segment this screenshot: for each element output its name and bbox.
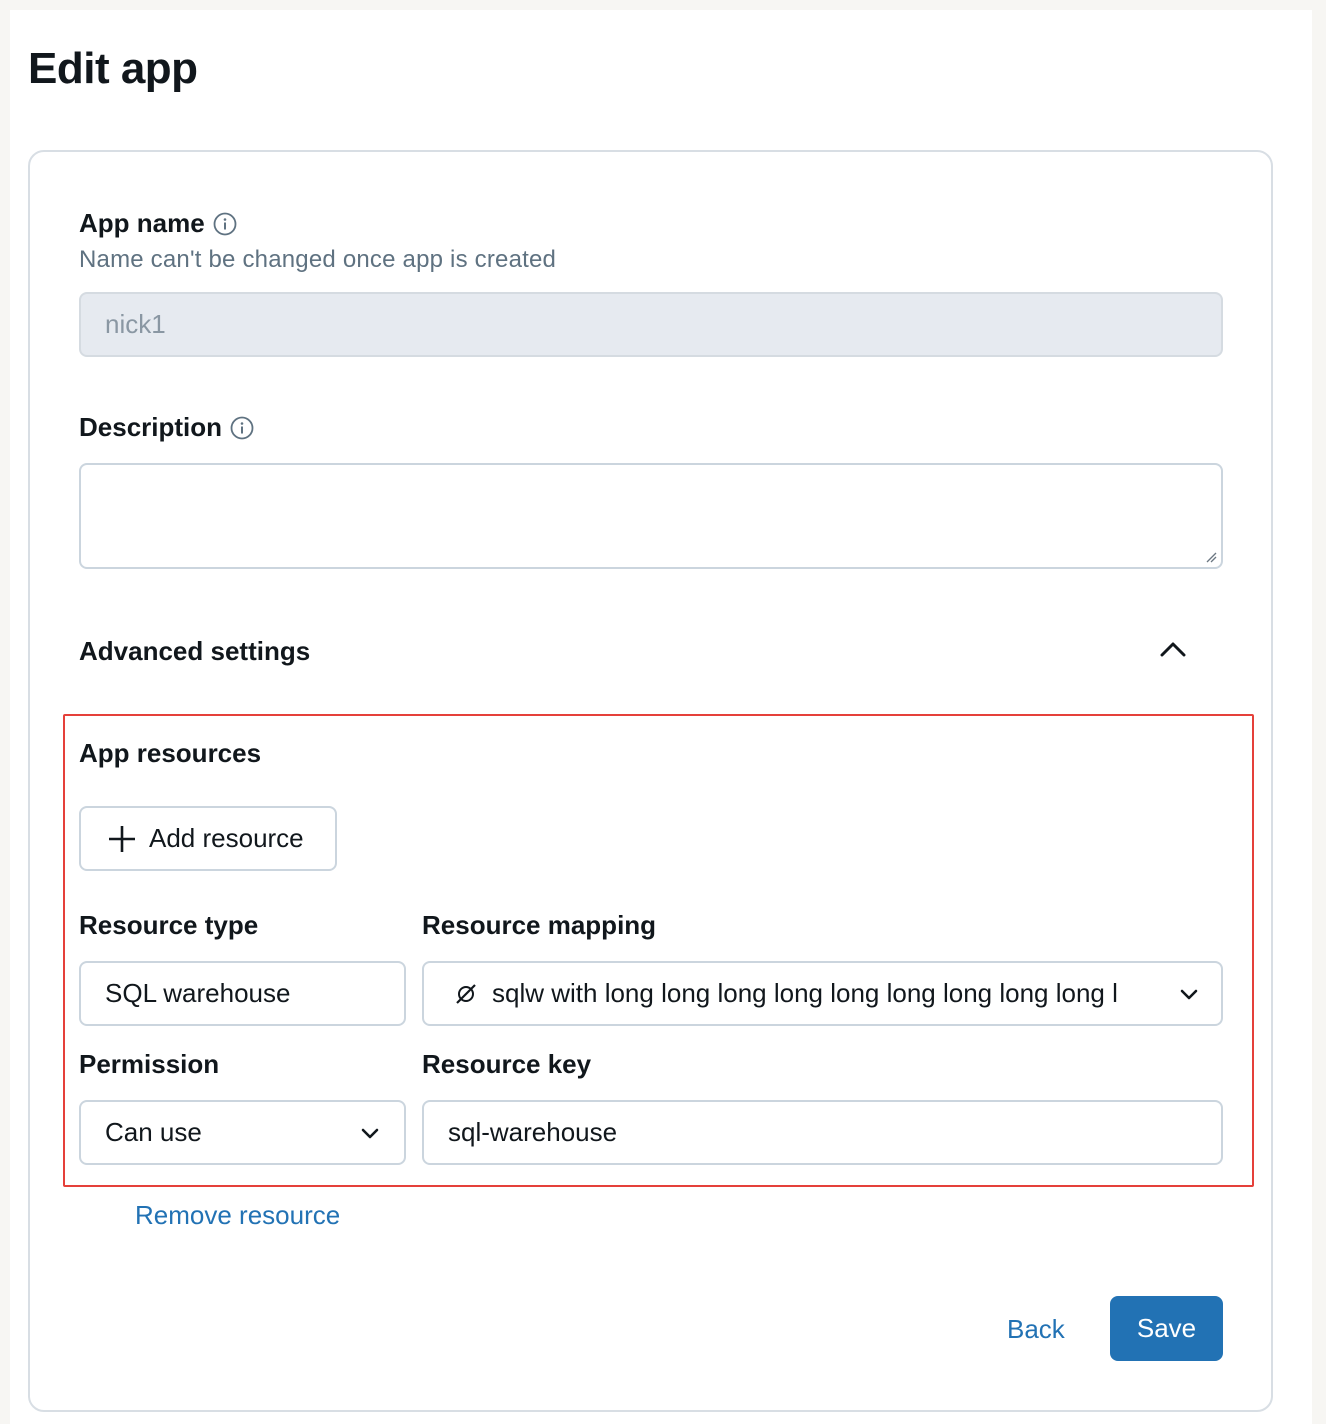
remove-resource-link[interactable]: Remove resource bbox=[135, 1200, 340, 1231]
resource-type-field[interactable]: SQL warehouse bbox=[79, 961, 406, 1026]
save-button[interactable]: Save bbox=[1110, 1296, 1223, 1361]
resource-key-input[interactable]: sql-warehouse bbox=[422, 1100, 1223, 1165]
add-resource-button[interactable]: Add resource bbox=[79, 806, 337, 871]
app-name-hint: Name can't be changed once app is create… bbox=[79, 246, 557, 273]
chevron-down-icon bbox=[1180, 989, 1198, 1000]
description-label-row: Description bbox=[79, 412, 254, 443]
resource-key-value: sql-warehouse bbox=[448, 1117, 618, 1147]
add-resource-label: Add resource bbox=[149, 823, 304, 853]
app-name-input: nick1 bbox=[79, 292, 1223, 357]
resize-grip-icon[interactable] bbox=[1205, 551, 1217, 563]
description-textarea[interactable] bbox=[79, 463, 1223, 569]
resource-type-label: Resource type bbox=[79, 910, 259, 940]
app-name-value: nick1 bbox=[105, 309, 166, 339]
resource-key-label: Resource key bbox=[422, 1049, 592, 1079]
description-label: Description bbox=[79, 412, 223, 442]
page-title: Edit app bbox=[28, 44, 198, 93]
unlink-icon bbox=[456, 983, 476, 1004]
chevron-down-icon bbox=[361, 1128, 379, 1139]
info-icon[interactable] bbox=[213, 212, 237, 236]
resource-mapping-select[interactable]: sqlw with long long long long long long … bbox=[422, 961, 1223, 1026]
edit-app-page: Edit app App name Name can't be changed … bbox=[10, 10, 1312, 1424]
advanced-settings-label: Advanced settings bbox=[79, 636, 311, 666]
app-name-label: App name bbox=[79, 208, 205, 238]
resource-type-value: SQL warehouse bbox=[105, 978, 291, 1008]
plus-icon bbox=[109, 825, 135, 852]
app-resources-title: App resources bbox=[79, 738, 262, 768]
save-button-label: Save bbox=[1136, 1313, 1197, 1343]
resource-mapping-label: Resource mapping bbox=[422, 910, 657, 940]
permission-value: Can use bbox=[105, 1117, 202, 1147]
advanced-settings-toggle[interactable]: Advanced settings bbox=[79, 636, 310, 667]
permission-label: Permission bbox=[79, 1049, 220, 1079]
chevron-up-icon[interactable] bbox=[1160, 640, 1186, 658]
app-name-label-row: App name bbox=[79, 208, 237, 239]
resource-mapping-value: sqlw with long long long long long long … bbox=[492, 978, 1118, 1008]
info-icon[interactable] bbox=[230, 416, 254, 440]
edit-app-form-card: App name Name can't be changed once app … bbox=[28, 150, 1273, 1412]
back-button[interactable]: Back bbox=[1007, 1314, 1065, 1345]
permission-select[interactable]: Can use bbox=[79, 1100, 406, 1165]
